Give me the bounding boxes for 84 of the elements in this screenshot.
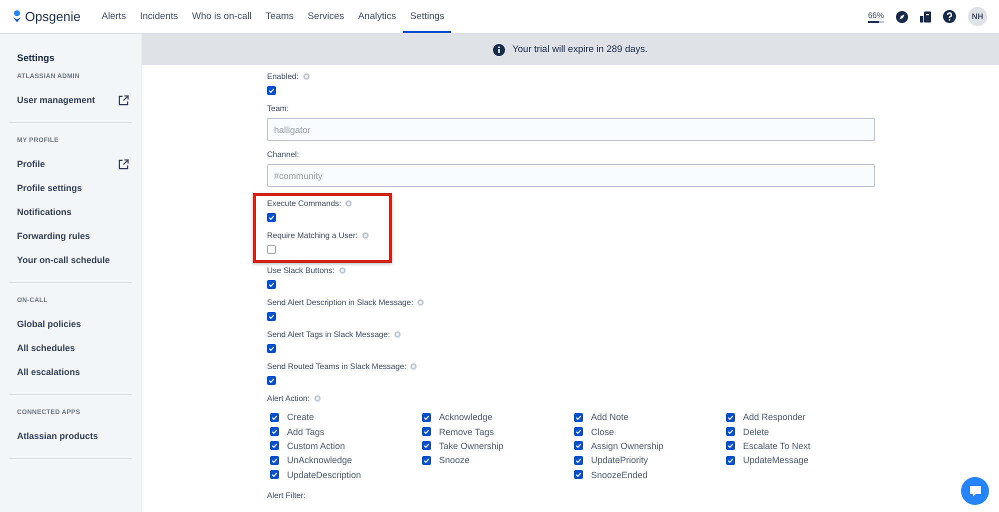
user-avatar[interactable]: NH <box>968 7 987 26</box>
option-label: UpdatePriority <box>591 455 648 466</box>
field-label: Alert Filter: <box>267 490 307 500</box>
nav-tab[interactable]: Teams <box>258 0 301 33</box>
option-label: Add Responder <box>743 412 806 422</box>
sidebar-item[interactable]: User management <box>9 88 132 112</box>
checkbox[interactable] <box>726 456 735 465</box>
checkbox[interactable] <box>270 470 279 480</box>
checkbox[interactable] <box>267 376 276 385</box>
checkbox[interactable] <box>726 412 735 422</box>
chat-icon <box>968 485 982 497</box>
info-icon <box>493 44 506 56</box>
nav-tab[interactable]: Incidents <box>132 0 185 33</box>
sidebar-item[interactable]: All schedules <box>9 336 132 360</box>
help-icon[interactable] <box>943 10 956 23</box>
checkbox[interactable] <box>267 280 276 289</box>
checkbox[interactable] <box>422 412 431 422</box>
checkbox[interactable] <box>267 245 276 254</box>
option-label: Snooze <box>439 455 470 466</box>
option-label: SnoozeEnded <box>591 470 648 480</box>
field-label: Execute Commands: <box>267 199 342 208</box>
sidebar-item[interactable]: Notifications <box>9 200 132 224</box>
checkbox[interactable] <box>422 427 431 436</box>
field-label: Channel: <box>267 150 300 159</box>
checkbox[interactable] <box>270 441 279 450</box>
sidebar-item[interactable]: Atlassian products <box>9 424 132 448</box>
sidebar-item[interactable]: Profile settings <box>9 176 132 200</box>
checkbox[interactable] <box>726 441 735 450</box>
nav-tab[interactable]: Analytics <box>351 0 404 33</box>
sidebar-item[interactable]: Forwarding rules <box>9 224 132 248</box>
option-label: Escalate To Next <box>743 440 810 451</box>
sidebar-item[interactable]: All escalations <box>9 360 132 384</box>
checkbox[interactable] <box>422 456 431 465</box>
checkbox[interactable] <box>267 312 276 321</box>
field-label: Send Routed Teams in Slack Message: <box>267 362 406 371</box>
option-label: Assign Ownership <box>591 440 664 451</box>
input-field[interactable]: #community <box>267 164 875 187</box>
input-field[interactable]: halligator <box>267 118 875 141</box>
checkbox[interactable] <box>422 441 431 450</box>
option-label: Add Tags <box>287 426 324 437</box>
checkbox[interactable] <box>574 441 583 450</box>
checkbox[interactable] <box>270 456 279 465</box>
option-label: Take Ownership <box>439 440 504 451</box>
option-label: Create <box>287 412 314 422</box>
checkbox[interactable] <box>267 86 276 95</box>
checkbox[interactable] <box>574 456 583 465</box>
brand-name: Opsgenie <box>25 9 81 24</box>
field-label: Send Alert Tags in Slack Message: <box>267 330 390 339</box>
checkbox[interactable] <box>267 344 276 353</box>
sidebar-title: Settings <box>16 53 56 66</box>
nav-tab[interactable]: Services <box>300 0 352 33</box>
banner-text: Your trial will expire in 289 days. <box>512 44 648 55</box>
option-label: Delete <box>743 426 770 437</box>
field-label: Send Alert Description in Slack Message: <box>267 298 414 307</box>
checkbox[interactable] <box>574 470 583 480</box>
checkbox[interactable] <box>267 213 276 222</box>
checkbox[interactable] <box>574 412 583 422</box>
checkbox[interactable] <box>270 412 279 422</box>
field-label: Alert Action: <box>267 394 310 403</box>
field-label: Team: <box>267 104 290 113</box>
chat-button[interactable] <box>961 477 989 505</box>
checkbox[interactable] <box>270 427 279 436</box>
sidebar-item[interactable]: Global policies <box>9 312 132 336</box>
option-label: Close <box>591 426 614 437</box>
option-label: Add Note <box>591 412 629 422</box>
field-label: Require Matching a User: <box>267 231 358 240</box>
option-label: UpdateDescription <box>287 470 362 480</box>
sidebar-item[interactable]: Your on-call schedule <box>9 248 132 272</box>
nav-tab[interactable]: Alerts <box>94 0 133 33</box>
checkbox[interactable] <box>574 427 583 436</box>
progress-label: 66% <box>868 10 884 20</box>
option-label: UpdateMessage <box>743 455 809 466</box>
option-label: Custom Action <box>287 440 346 451</box>
book-icon[interactable] <box>920 10 931 22</box>
sidebar-item[interactable]: Profile <box>9 152 132 176</box>
field-label: Use Slack Buttons: <box>267 266 335 275</box>
nav-tab[interactable]: Who is on-call <box>184 0 259 33</box>
field-label: Enabled: <box>267 72 299 81</box>
option-label: Acknowledge <box>439 412 493 422</box>
logo-icon <box>12 10 22 23</box>
compass-icon[interactable] <box>896 10 908 22</box>
option-label: UnAcknowledge <box>287 455 352 466</box>
option-label: Remove Tags <box>439 426 494 437</box>
checkbox[interactable] <box>726 427 735 436</box>
